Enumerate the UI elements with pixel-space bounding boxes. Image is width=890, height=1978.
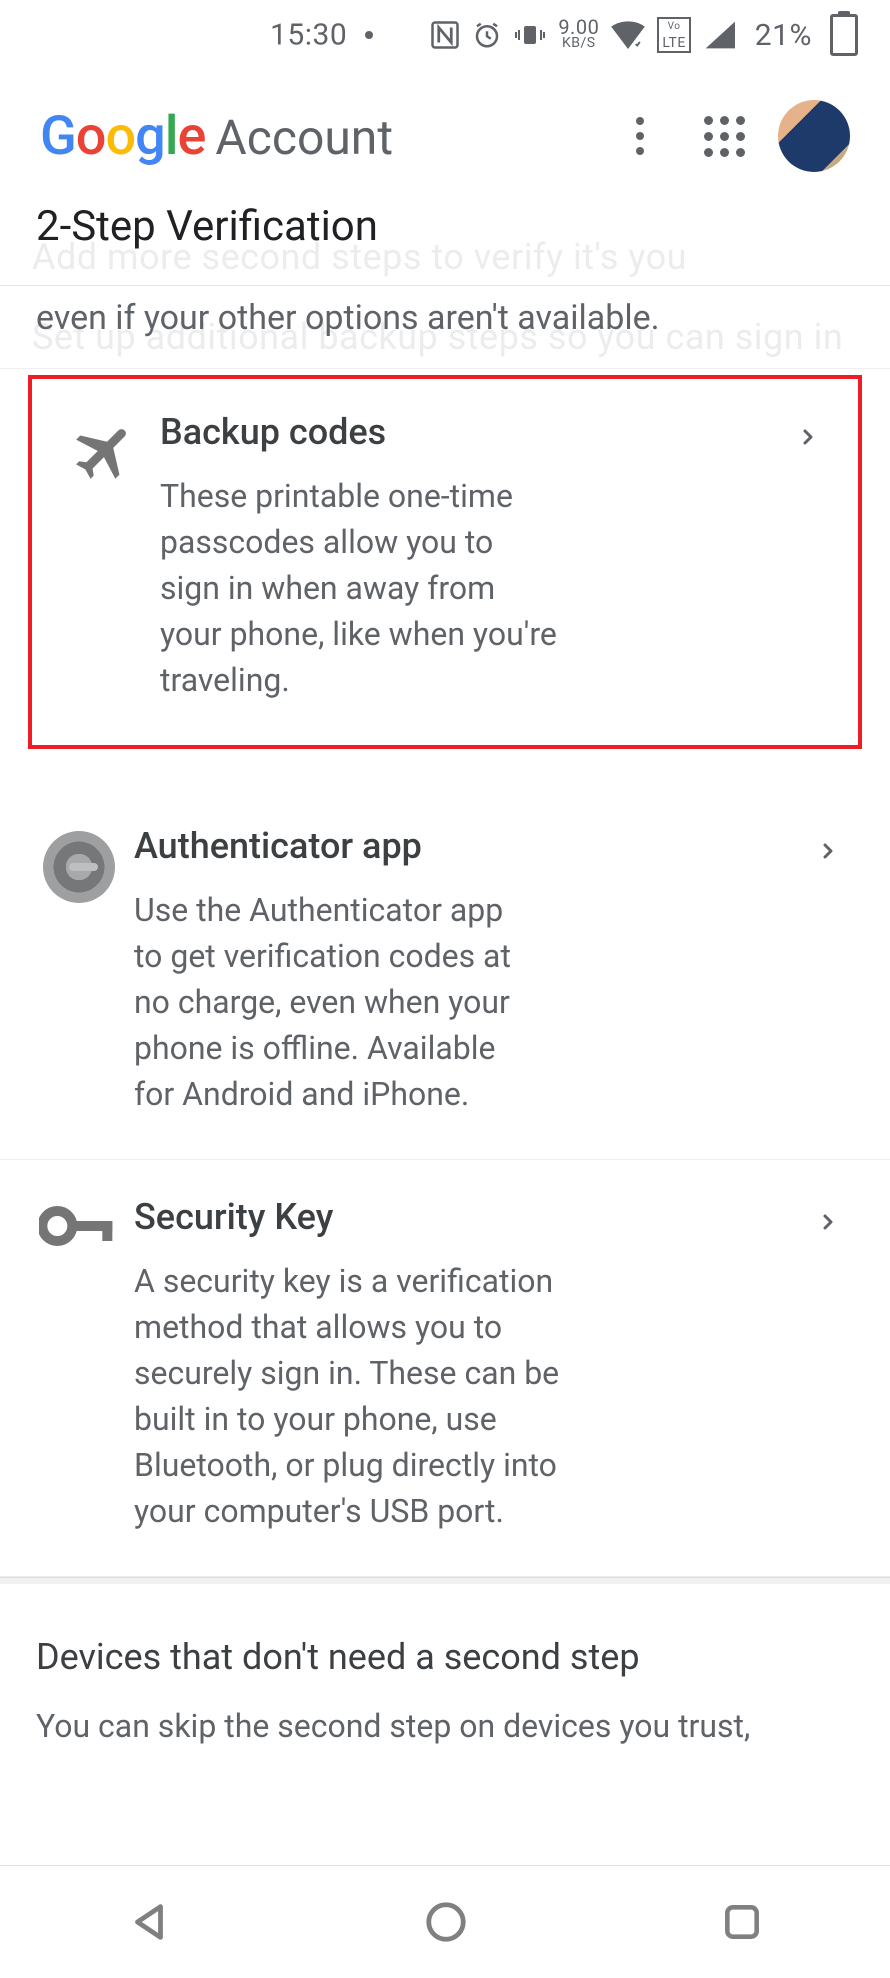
status-dot-icon [365, 31, 373, 39]
chevron-right-icon [796, 411, 836, 453]
google-logo-l: l [165, 105, 178, 168]
signal-icon [703, 21, 735, 49]
google-account-logo: Google Account [40, 105, 586, 168]
option-backup-codes[interactable]: Backup codes These printable one-time pa… [28, 375, 862, 749]
kebab-icon [636, 117, 644, 155]
google-logo-e: e [177, 105, 205, 168]
intro-text: even if your other options aren't availa… [0, 286, 890, 369]
app-header: Google Account [0, 70, 890, 202]
option-backup-codes-title: Backup codes [160, 411, 780, 453]
data-speed-value: 9.00 [558, 19, 599, 35]
nav-back-button[interactable] [106, 1879, 192, 1965]
airplane-icon [50, 411, 160, 487]
circle-home-icon [423, 1899, 469, 1945]
nav-recent-button[interactable] [700, 1880, 784, 1964]
volte-top: Vo [662, 19, 685, 35]
key-icon [24, 1196, 134, 1250]
google-logo-o2: o [105, 105, 135, 168]
status-time: 15:30 [270, 18, 347, 53]
account-avatar[interactable] [778, 100, 850, 172]
system-nav-bar [0, 1865, 890, 1978]
section-divider [0, 1577, 890, 1584]
nav-home-button[interactable] [403, 1879, 489, 1965]
trusted-devices-body: You can skip the second step on devices … [36, 1704, 854, 1748]
nfc-icon [430, 20, 460, 50]
google-apps-button[interactable] [694, 106, 754, 166]
wifi-icon [611, 21, 645, 49]
page-title: 2-Step Verification [36, 202, 854, 251]
google-logo-o1: o [76, 105, 106, 168]
apps-grid-icon [704, 116, 745, 157]
option-security-key[interactable]: Security Key A security key is a verific… [0, 1160, 890, 1577]
chevron-right-icon [816, 825, 856, 867]
chevron-right-icon [816, 1196, 856, 1238]
triangle-back-icon [126, 1899, 172, 1945]
vibrate-icon [514, 20, 546, 50]
second-step-options: Backup codes These printable one-time pa… [0, 375, 890, 1577]
overflow-menu-button[interactable] [610, 106, 670, 166]
google-logo: Google [40, 105, 205, 168]
option-backup-codes-desc: These printable one-time passcodes allow… [160, 473, 560, 703]
option-authenticator-title: Authenticator app [134, 825, 800, 867]
battery-percent: 21% [755, 18, 812, 53]
google-logo-g: G [40, 105, 76, 168]
option-security-key-desc: A security key is a verification method … [134, 1258, 564, 1534]
volte-bot: LTE [662, 35, 685, 51]
option-authenticator-desc: Use the Authenticator app to get verific… [134, 887, 534, 1117]
trusted-devices-section: Devices that don't need a second step Yo… [0, 1584, 890, 1772]
page-subheader: 2-Step Verification [0, 202, 890, 286]
trusted-devices-title: Devices that don't need a second step [36, 1636, 854, 1678]
square-recent-icon [720, 1900, 764, 1944]
status-bar: 15:30 9.00 KB/S Vo LTE 21% [0, 0, 890, 70]
battery-icon [830, 14, 858, 56]
alarm-icon [472, 20, 502, 50]
account-label: Account [215, 109, 393, 166]
authenticator-icon [24, 825, 134, 903]
data-speed-indicator: 9.00 KB/S [558, 19, 599, 51]
data-speed-unit: KB/S [558, 35, 599, 51]
volte-icon: Vo LTE [657, 17, 690, 53]
status-icons: 9.00 KB/S Vo LTE 21% [430, 14, 858, 56]
option-authenticator-app[interactable]: Authenticator app Use the Authenticator … [0, 789, 890, 1160]
option-security-key-title: Security Key [134, 1196, 800, 1238]
google-logo-g2: g [135, 105, 165, 168]
